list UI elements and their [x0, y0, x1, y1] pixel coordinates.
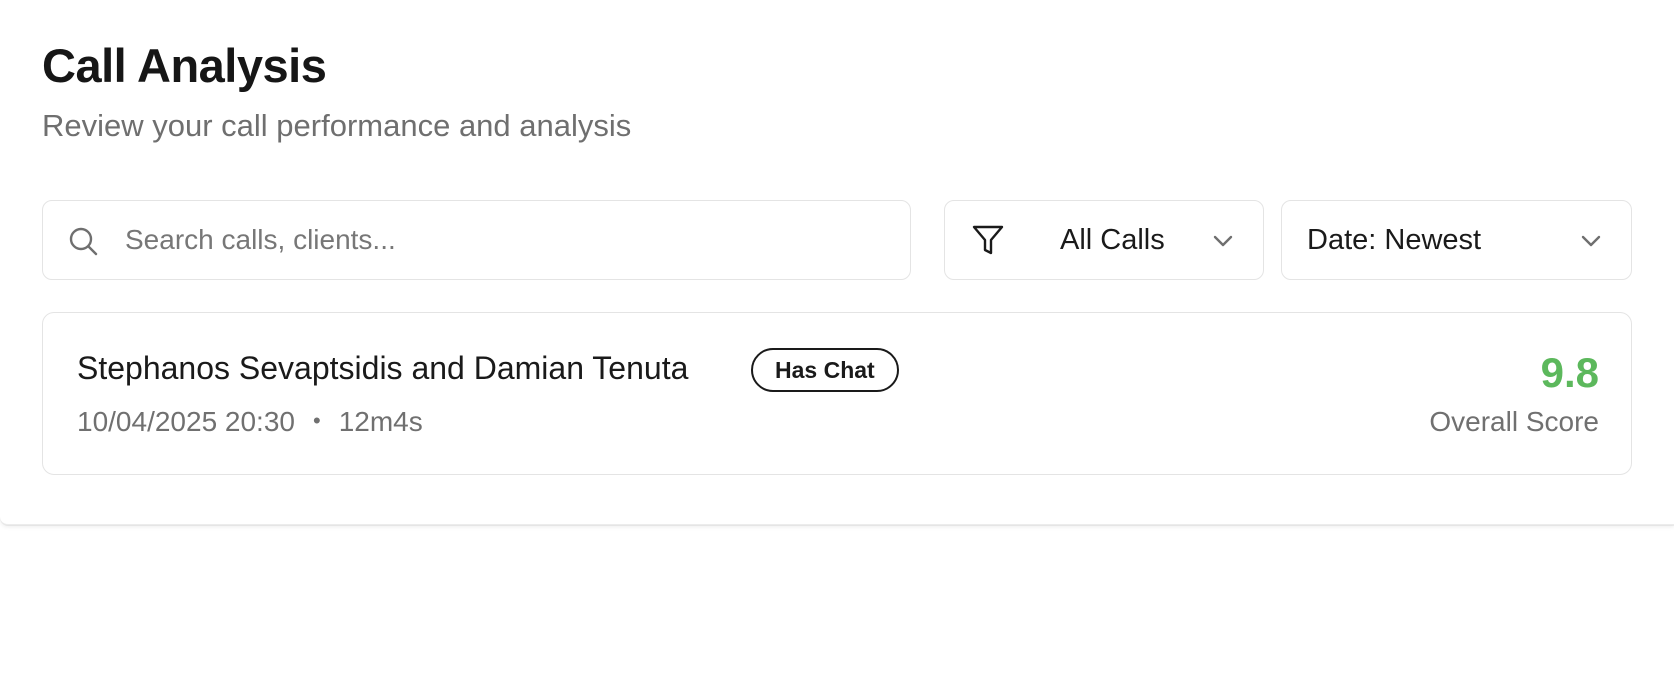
search-input[interactable] — [125, 219, 885, 261]
search-box[interactable] — [42, 200, 911, 280]
call-filter-dropdown[interactable]: All Calls — [944, 200, 1264, 280]
filter-selected-value: All Calls — [1060, 224, 1165, 256]
call-card[interactable]: Stephanos Sevaptsidis and Damian Tenuta … — [42, 312, 1632, 475]
has-chat-badge: Has Chat — [751, 348, 899, 392]
call-datetime: 10/04/2025 20:30 — [77, 406, 295, 437]
overall-score-value: 9.8 — [1540, 349, 1599, 396]
sort-selected-value: Date: Newest — [1307, 224, 1482, 256]
page-subtitle: Review your call performance and analysi… — [42, 108, 632, 143]
meta-separator: • — [312, 408, 321, 433]
sort-dropdown[interactable]: Date: Newest — [1281, 200, 1632, 280]
search-icon — [67, 225, 99, 257]
chevron-down-icon — [1579, 231, 1603, 251]
overall-score-label: Overall Score — [1429, 406, 1599, 437]
call-meta: 10/04/2025 20:30 • 12m4s — [77, 406, 423, 438]
call-analysis-panel: Call Analysis Review your call performan… — [0, 0, 1674, 525]
call-duration: 12m4s — [338, 406, 423, 437]
filter-icon — [971, 223, 1005, 257]
page-title: Call Analysis — [42, 39, 327, 92]
call-participants: Stephanos Sevaptsidis and Damian Tenuta — [77, 350, 689, 386]
chevron-down-icon — [1211, 231, 1235, 251]
